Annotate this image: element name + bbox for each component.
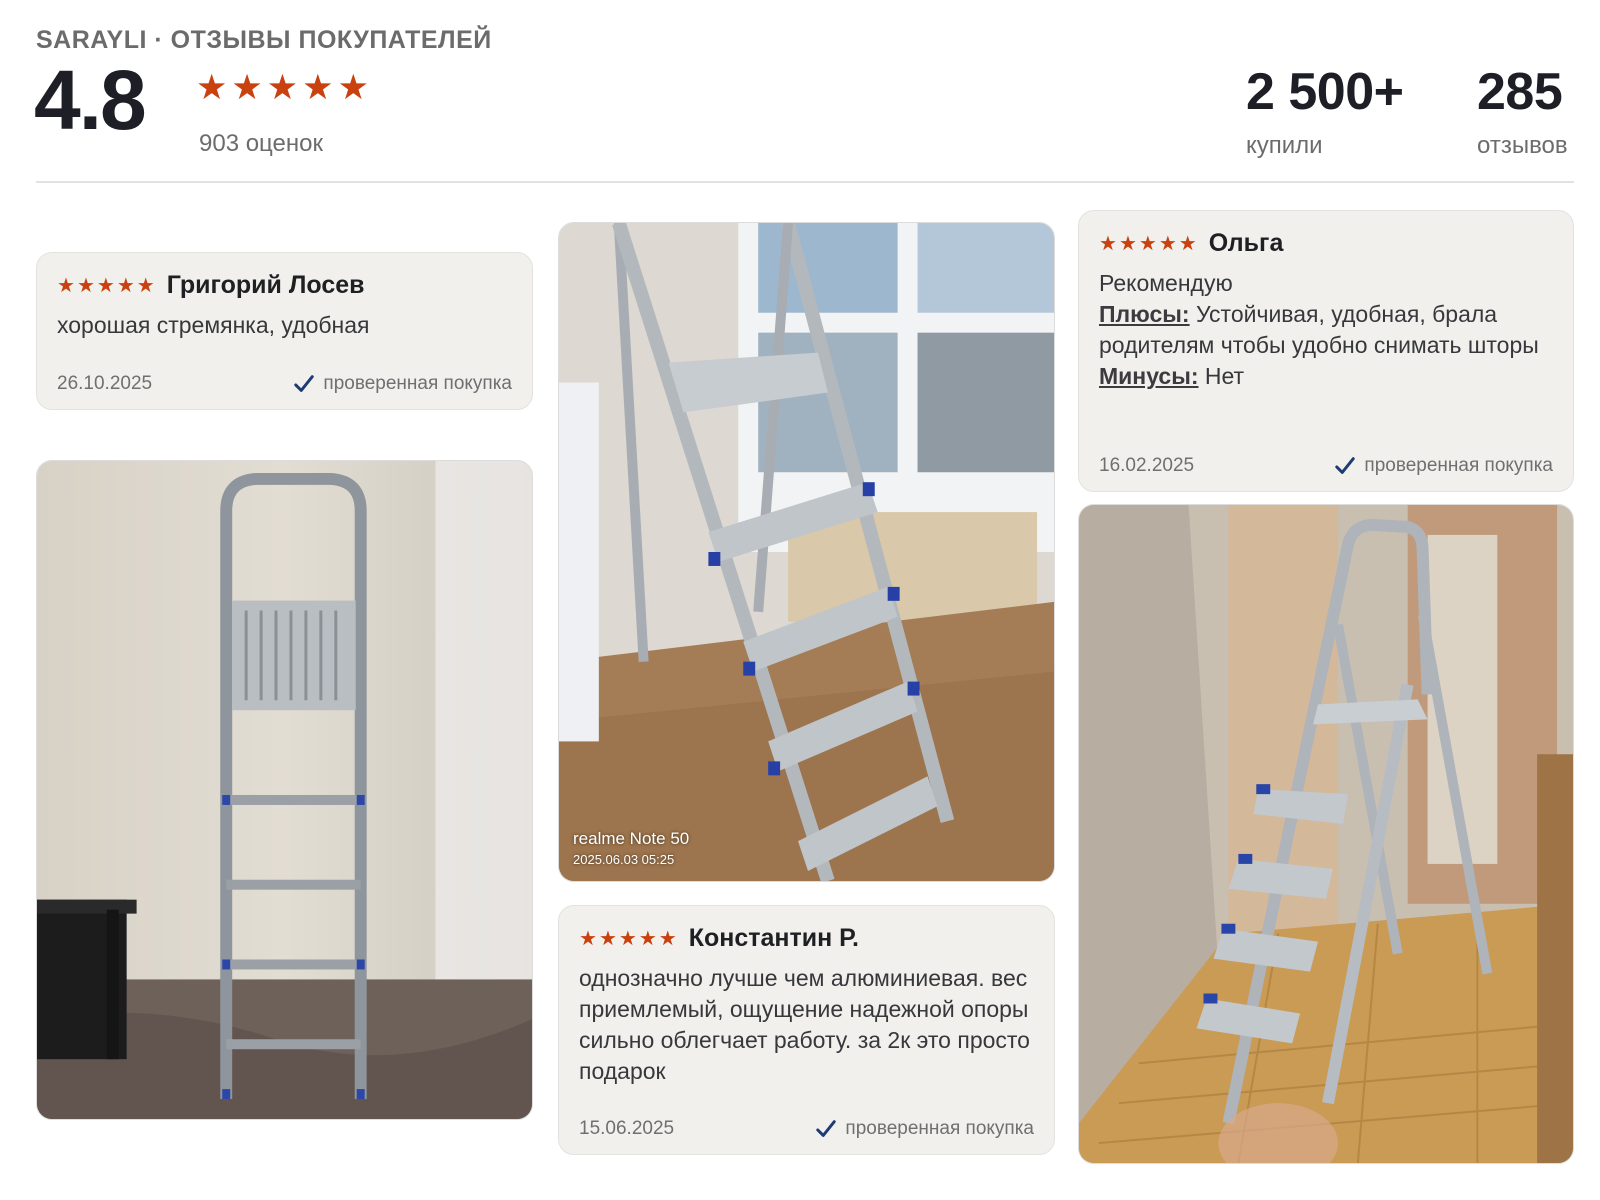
pros-label: Плюсы: (1099, 301, 1190, 327)
verified-badge: проверенная покупка (815, 1118, 1034, 1140)
star-icon: ★ (658, 927, 677, 950)
star-icon: ★ (1099, 232, 1117, 255)
ratings-count: 903 оценок (199, 130, 323, 157)
star-icon: ★ (579, 927, 597, 950)
star-icon: ★ (231, 68, 263, 107)
star-icon: ★ (116, 274, 135, 297)
star-icon: ★ (638, 927, 657, 950)
star-icon: ★ (266, 68, 299, 107)
star-icon: ★ (76, 274, 95, 297)
stat-value: 285 (1477, 63, 1563, 121)
star-icon: ★ (598, 927, 617, 950)
review-stars: ★ ★ ★ ★ ★ (1099, 234, 1197, 254)
verified-badge: проверенная покупка (293, 373, 512, 395)
review-cons: Минусы: Нет (1099, 361, 1553, 392)
average-score: 4.8 (34, 53, 147, 147)
star-icon: ★ (1138, 232, 1157, 255)
star-icon: ★ (1178, 232, 1197, 255)
ladder-photo (559, 223, 1054, 881)
review-author: Григорий Лосев (166, 271, 365, 299)
review-recommendation: Рекомендую (1099, 270, 1233, 296)
ladder-photo (37, 461, 532, 1119)
verified-badge: проверенная покупка (1334, 455, 1553, 477)
star-icon: ★ (618, 927, 637, 950)
review-text: однозначно лучше чем алюминиевая. вес пр… (579, 965, 1030, 1084)
review-photo[interactable] (36, 460, 533, 1120)
review-photo[interactable] (1078, 504, 1574, 1164)
brand-title: SARAYLI · ОТЗЫВЫ ПОКУПАТЕЛЕЙ (36, 26, 492, 54)
header-divider (36, 181, 1574, 183)
star-icon: ★ (136, 274, 155, 297)
stat-label: купили (1246, 132, 1323, 159)
star-icon: ★ (337, 68, 369, 107)
photo-watermark: realme Note 50 2025.06.03 05:25 (573, 829, 689, 867)
star-icon: ★ (302, 68, 334, 107)
review-stars: ★ ★ ★ ★ ★ (57, 276, 155, 296)
star-icon: ★ (57, 274, 75, 297)
review-pros: Плюсы: Устойчивая, удобная, брала родите… (1099, 299, 1553, 361)
verified-label: проверенная покупка (323, 373, 512, 394)
ladder-photo (1079, 505, 1573, 1163)
review-text: Рекомендую Плюсы: Устойчивая, удобная, б… (1099, 268, 1553, 392)
stat-bought: 2 500+ купили (1246, 66, 1404, 160)
check-icon (1335, 457, 1356, 474)
review-author: Ольга (1208, 229, 1284, 257)
verified-label: проверенная покупка (845, 1118, 1034, 1139)
check-icon (294, 375, 315, 392)
review-date: 16.02.2025 (1099, 455, 1195, 476)
cons-label: Минусы: (1099, 363, 1199, 389)
star-icon: ★ (96, 274, 115, 297)
review-author: Константин Р. (688, 924, 859, 952)
review-card[interactable]: ★ ★ ★ ★ ★ Ольга Рекомендую Плюсы: Устойчивая… (1078, 210, 1574, 492)
stat-reviews: 285 отзывов (1477, 66, 1568, 160)
watermark-device: realme Note 50 (573, 829, 690, 848)
cons-text: Нет (1204, 363, 1245, 389)
review-photo[interactable]: realme Note 50 2025.06.03 05:25 (558, 222, 1055, 882)
review-text: хорошая стремянка, удобная (57, 312, 370, 338)
watermark-timestamp: 2025.06.03 05:25 (573, 852, 675, 867)
review-card[interactable]: ★ ★ ★ ★ ★ Григорий Лосев хорошая стремянка, … (36, 252, 533, 410)
average-stars: ★ ★ ★ ★ ★ (196, 70, 369, 105)
review-stars: ★ ★ ★ ★ ★ (579, 929, 677, 949)
verified-label: проверенная покупка (1364, 455, 1553, 476)
review-date: 15.06.2025 (579, 1118, 675, 1139)
stat-value: 2 500+ (1246, 63, 1404, 121)
star-icon: ★ (1118, 232, 1137, 255)
stat-label: отзывов (1477, 132, 1568, 159)
star-icon: ★ (196, 68, 228, 107)
review-date: 26.10.2025 (57, 373, 153, 394)
review-card[interactable]: ★ ★ ★ ★ ★ Константин Р. однозначно лучше чем… (558, 905, 1055, 1155)
star-icon: ★ (1158, 232, 1177, 255)
check-icon (816, 1120, 837, 1137)
